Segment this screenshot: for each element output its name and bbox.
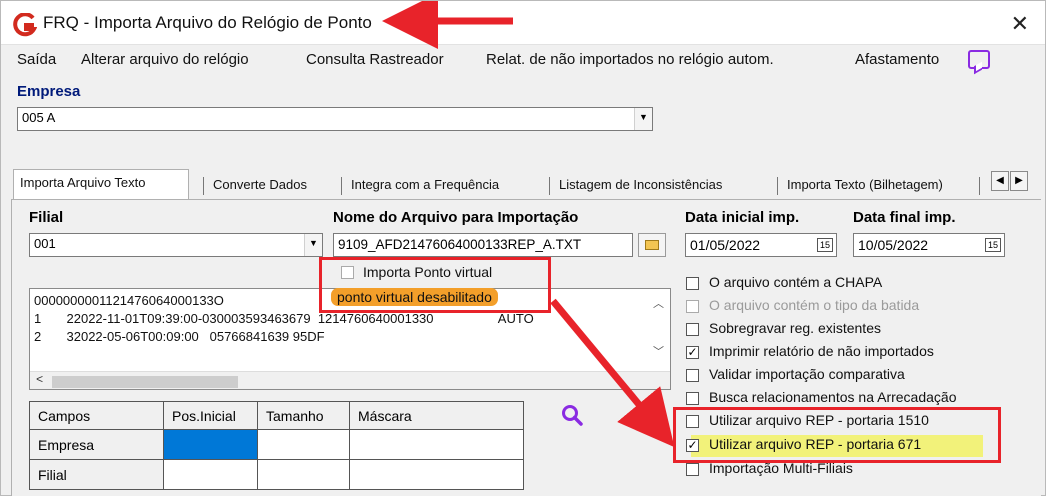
grid-header-cell[interactable]: Campos <box>29 401 164 430</box>
filial-select[interactable]: 001 ▼ <box>29 233 323 257</box>
campos-grid: Campos Pos.Inicial Tamanho Máscara Empre… <box>29 401 524 490</box>
app-window: FRQ - Importa Arquivo do Relógio de Pont… <box>0 0 1046 496</box>
grid-header-cell[interactable]: Máscara <box>349 401 524 430</box>
open-folder-button[interactable] <box>638 233 666 257</box>
option-label: Sobregravar reg. existentes <box>709 320 881 336</box>
preview-line: 2 32022-05-06T00:09:00 05766841639 95DF <box>34 329 325 344</box>
tab-strip: Importa Arquivo Texto Converte Dados Int… <box>11 169 1041 199</box>
menu-bar: Saída Alterar arquivo do relógio Consult… <box>1 46 1045 76</box>
preview-line: 1 22022-11-01T09:39:00-030003593463679 1… <box>34 311 534 326</box>
tab-listagem-inconsistencias[interactable]: Listagem de Inconsistências <box>553 172 728 198</box>
option-checkbox-rep-671[interactable]: ✓ <box>686 439 699 452</box>
grid-cell[interactable] <box>163 429 258 460</box>
option-checkbox-rep-1510[interactable] <box>686 415 699 428</box>
arquivo-label: Nome do Arquivo para Importação <box>333 209 579 226</box>
grid-header-cell[interactable]: Tamanho <box>257 401 350 430</box>
tab-integra-frequencia[interactable]: Integra com a Frequência <box>345 172 505 198</box>
table-row: Filial <box>29 459 524 490</box>
option-checkbox-tipo-batida[interactable] <box>686 300 699 313</box>
grid-row-label: Empresa <box>29 429 164 460</box>
empresa-select[interactable]: 005 A ▼ <box>17 107 653 131</box>
window-title: FRQ - Importa Arquivo do Relógio de Pont… <box>43 13 372 32</box>
scroll-left-icon[interactable]: < <box>36 373 43 387</box>
tab-separator <box>203 177 204 195</box>
grid-header-cell[interactable]: Pos.Inicial <box>163 401 258 430</box>
calendar-icon[interactable]: 15 <box>817 238 833 252</box>
tab-separator <box>549 177 550 195</box>
option-checkbox-validar[interactable] <box>686 369 699 382</box>
option-checkbox-chapa[interactable] <box>686 277 699 290</box>
menu-afastamento[interactable]: Afastamento <box>855 51 939 68</box>
option-checkbox-sobregravar[interactable] <box>686 323 699 336</box>
scrollbar-thumb[interactable] <box>52 376 238 388</box>
close-icon[interactable]: ✕ <box>1011 11 1029 37</box>
data-final-input[interactable]: 10/05/2022 15 <box>853 233 1005 257</box>
option-checkbox-arrecadacao[interactable] <box>686 392 699 405</box>
option-label: O arquivo contém o tipo da batida <box>709 297 920 313</box>
grid-row-label: Filial <box>29 459 164 490</box>
data-inicial-value: 01/05/2022 <box>690 237 761 253</box>
folder-icon <box>645 240 659 250</box>
option-label: Utilizar arquivo REP - portaria 671 <box>709 436 922 452</box>
search-icon[interactable] <box>560 403 584 427</box>
data-inicial-label: Data inicial imp. <box>685 209 800 226</box>
empresa-value: 005 A <box>22 110 56 125</box>
chat-icon[interactable] <box>968 50 990 69</box>
tab-scroll-right-icon[interactable]: ▶ <box>1010 171 1028 191</box>
filial-label: Filial <box>29 209 64 226</box>
tab-separator <box>341 177 342 195</box>
option-label: Imprimir relatório de não importados <box>709 343 934 359</box>
grid-cell[interactable] <box>257 459 350 490</box>
data-final-value: 10/05/2022 <box>858 237 929 253</box>
option-label: Validar importação comparativa <box>709 366 905 382</box>
tab-separator <box>777 177 778 195</box>
horizontal-scrollbar[interactable]: < <box>30 371 670 389</box>
calendar-icon[interactable]: 15 <box>985 238 1001 252</box>
grid-header-row: Campos Pos.Inicial Tamanho Máscara <box>29 401 524 430</box>
option-checkbox-imprimir[interactable]: ✓ <box>686 346 699 359</box>
grid-cell[interactable] <box>349 459 524 490</box>
tab-importa-arquivo-texto[interactable]: Importa Arquivo Texto <box>13 169 189 199</box>
grid-cell[interactable] <box>163 459 258 490</box>
tab-separator <box>979 177 980 195</box>
preview-line: 0000000001121476064000133O <box>34 293 224 308</box>
filial-value: 001 <box>34 236 56 251</box>
option-label: Importação Multi-Filiais <box>709 460 853 476</box>
option-label: Utilizar arquivo REP - portaria 1510 <box>709 412 929 428</box>
arquivo-input[interactable]: 9109_AFD21476064000133REP_A.TXT <box>333 233 633 257</box>
menu-relat-nao-importados[interactable]: Relat. de não importados no relógio auto… <box>486 51 774 68</box>
tab-importa-texto-bilhetagem[interactable]: Importa Texto (Bilhetagem) <box>781 172 949 198</box>
option-checkbox-multi-filiais[interactable] <box>686 463 699 476</box>
data-final-label: Data final imp. <box>853 209 956 226</box>
menu-saida[interactable]: Saída <box>17 51 56 68</box>
menu-consulta-rastreador[interactable]: Consulta Rastreador <box>306 51 444 68</box>
chevron-down-icon[interactable]: ▼ <box>304 234 322 256</box>
menu-alterar-arquivo[interactable]: Alterar arquivo do relógio <box>81 51 249 68</box>
ponto-virtual-tooltip: ponto virtual desabilitado <box>331 288 498 306</box>
title-bar: FRQ - Importa Arquivo do Relógio de Pont… <box>1 1 1045 45</box>
scroll-down-icon[interactable]: ﹀ <box>653 343 664 359</box>
empresa-label: Empresa <box>17 83 81 100</box>
app-logo-icon <box>13 13 37 37</box>
tab-converte-dados[interactable]: Converte Dados <box>207 172 313 198</box>
chevron-down-icon[interactable]: ▼ <box>634 108 652 130</box>
scroll-up-icon[interactable]: ︿ <box>653 295 664 311</box>
grid-cell[interactable] <box>349 429 524 460</box>
ponto-virtual-checkbox[interactable] <box>341 266 354 279</box>
ponto-virtual-label: Importa Ponto virtual <box>363 264 493 280</box>
option-label: Busca relacionamentos na Arrecadação <box>709 389 957 405</box>
grid-cell[interactable] <box>257 429 350 460</box>
option-label: O arquivo contém a CHAPA <box>709 274 883 290</box>
table-row: Empresa <box>29 429 524 460</box>
data-inicial-input[interactable]: 01/05/2022 15 <box>685 233 837 257</box>
tab-scroll-left-icon[interactable]: ◀ <box>991 171 1009 191</box>
